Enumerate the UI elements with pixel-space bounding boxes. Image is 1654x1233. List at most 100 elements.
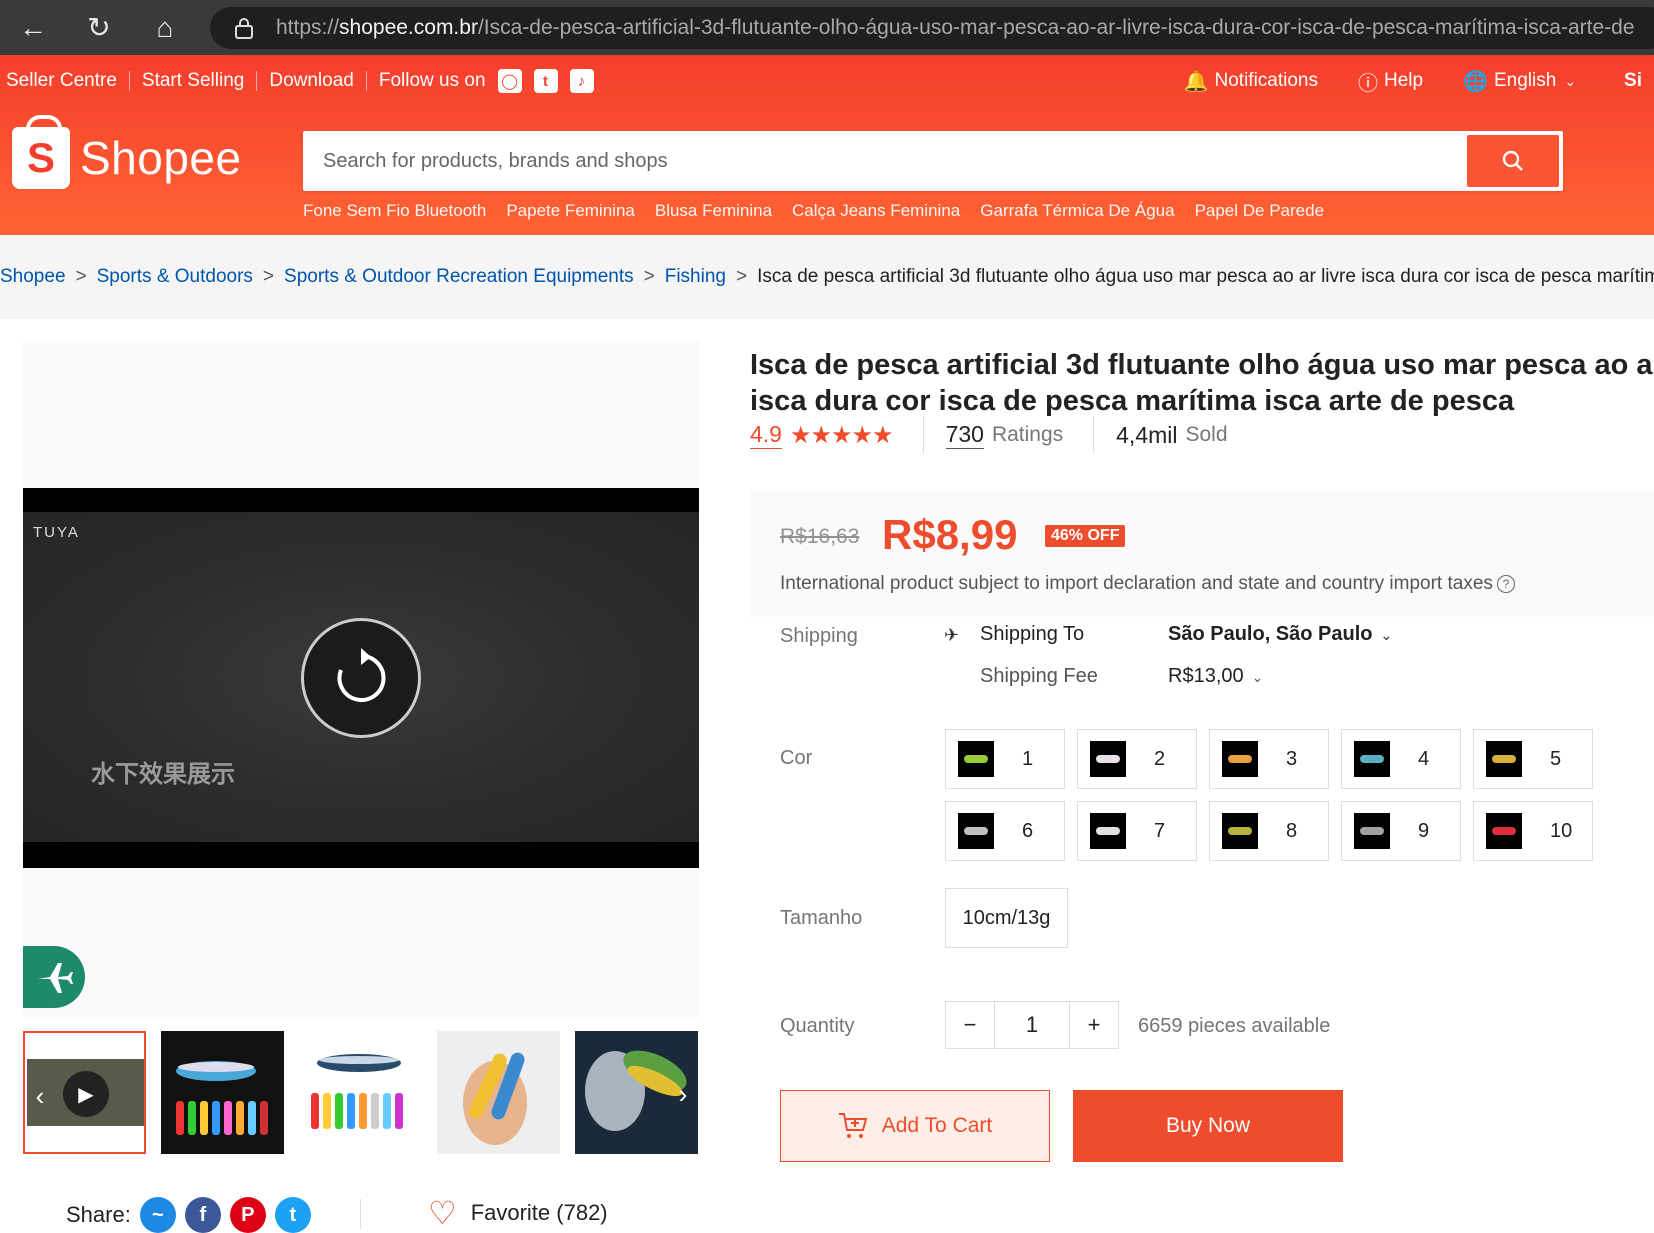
- color-option[interactable]: 7: [1077, 801, 1197, 861]
- color-option-label: 4: [1418, 747, 1430, 770]
- add-to-cart-label: Add To Cart: [881, 1114, 993, 1137]
- color-swatch: [1090, 813, 1126, 849]
- heart-icon: ♡: [428, 1195, 457, 1231]
- messenger-icon[interactable]: ~: [139, 1197, 176, 1233]
- quantity-stepper: − 1 +: [945, 1001, 1119, 1049]
- instagram-icon[interactable]: ◯: [497, 69, 522, 93]
- color-option-label: 1: [1022, 747, 1034, 770]
- suggestion-link[interactable]: Papel De Parede: [1195, 201, 1324, 221]
- color-option[interactable]: 5: [1473, 729, 1593, 789]
- buy-now-button[interactable]: Buy Now: [1073, 1090, 1343, 1162]
- color-option[interactable]: 2: [1077, 729, 1197, 789]
- increase-quantity-button[interactable]: +: [1070, 1002, 1118, 1048]
- video-player[interactable]: TUYA 水下效果展示: [23, 488, 699, 868]
- size-label: Tamanho: [780, 907, 863, 929]
- shipping-fee-label: Shipping Fee: [980, 665, 1098, 687]
- download-link[interactable]: Download: [263, 70, 366, 92]
- facebook-icon[interactable]: f: [184, 1197, 221, 1233]
- shopee-logo[interactable]: S Shopee: [12, 115, 242, 189]
- ratings-label: Ratings: [991, 423, 1064, 446]
- color-option[interactable]: 10: [1473, 801, 1593, 861]
- lure-in-hand-image: [463, 1052, 527, 1145]
- twitter-icon[interactable]: t: [533, 69, 558, 93]
- breadcrumb-link[interactable]: Sports & Outdoors: [97, 266, 253, 288]
- stock-available: 6659 pieces available: [1138, 1015, 1331, 1037]
- notifications-label: Notifications: [1214, 70, 1319, 91]
- tax-note: International product subject to import …: [780, 573, 1515, 595]
- color-option-label: 6: [1022, 819, 1034, 842]
- current-price: R$8,99: [882, 511, 1018, 558]
- color-option-label: 5: [1550, 747, 1562, 770]
- tiktok-icon[interactable]: ♪: [569, 69, 594, 93]
- suggestion-link[interactable]: Fone Sem Fio Bluetooth: [303, 201, 486, 221]
- chevron-right-icon: >: [735, 266, 748, 287]
- search-suggestions: Fone Sem Fio Bluetooth Papete Feminina B…: [303, 201, 1344, 221]
- home-icon[interactable]: ⌂: [132, 0, 198, 55]
- thumbnail-image[interactable]: [437, 1031, 560, 1154]
- breadcrumb-link[interactable]: Fishing: [665, 266, 726, 288]
- color-option[interactable]: 9: [1341, 801, 1461, 861]
- color-option[interactable]: 3: [1209, 729, 1329, 789]
- twitter-icon[interactable]: t: [274, 1197, 311, 1233]
- chevron-down-icon: ⌄: [1564, 72, 1577, 89]
- add-to-cart-button[interactable]: Add To Cart: [780, 1090, 1050, 1162]
- shipping-fee-dropdown[interactable]: R$13,00 ⌄: [1168, 665, 1263, 688]
- sold-count: 4,4mil: [1116, 421, 1178, 448]
- notifications-link[interactable]: 🔔 Notifications: [1178, 69, 1330, 94]
- color-swatch: [1222, 741, 1258, 777]
- seller-centre-link[interactable]: Seller Centre: [0, 70, 129, 92]
- signup-link[interactable]: Si: [1618, 70, 1654, 92]
- follow-us-text: Follow us on: [378, 70, 486, 91]
- question-icon[interactable]: ?: [1496, 575, 1515, 593]
- ratings-count[interactable]: 730: [945, 421, 984, 449]
- decrease-quantity-button[interactable]: −: [946, 1002, 994, 1048]
- url-text: https://shopee.com.br/Isca-de-pesca-arti…: [276, 16, 1635, 39]
- shipping-location: São Paulo, São Paulo: [1168, 623, 1373, 645]
- cart-icon: [838, 1113, 868, 1138]
- chevron-right-icon: >: [75, 266, 87, 287]
- chevron-right-icon: >: [643, 266, 655, 287]
- breadcrumb-link[interactable]: Shopee: [0, 266, 66, 288]
- bell-icon: 🔔: [1183, 70, 1209, 93]
- shipping-location-dropdown[interactable]: São Paulo, São Paulo ⌄: [1168, 623, 1392, 646]
- product-stats: 4.9 ★★★★★ 730 Ratings 4,4mil Sold: [750, 417, 1228, 453]
- chevron-right-icon[interactable]: ›: [670, 1081, 696, 1107]
- thumbnail-image[interactable]: [161, 1031, 284, 1154]
- breadcrumb: Shopee > Sports & Outdoors > Sports & Outd…: [0, 235, 1654, 319]
- divider: [1093, 417, 1095, 453]
- price-box: R$16,63 R$8,99 46% OFF International pro…: [750, 491, 1654, 617]
- suggestion-link[interactable]: Garrafa Térmica De Água: [980, 201, 1174, 221]
- language-selector[interactable]: 🌐 English ⌄: [1457, 69, 1588, 94]
- back-icon[interactable]: ←: [0, 0, 66, 55]
- color-option[interactable]: 8: [1209, 801, 1329, 861]
- color-option[interactable]: 1: [945, 729, 1065, 789]
- thumbnail-image[interactable]: ›: [575, 1031, 698, 1154]
- favorite-button[interactable]: ♡ Favorite (782): [428, 1197, 608, 1229]
- reload-icon[interactable]: ↻: [66, 0, 132, 55]
- color-option[interactable]: 6: [945, 801, 1065, 861]
- address-bar[interactable]: https://shopee.com.br/Isca-de-pesca-arti…: [210, 7, 1654, 49]
- suggestion-link[interactable]: Calça Jeans Feminina: [792, 201, 960, 221]
- search-input[interactable]: [323, 149, 1467, 173]
- help-icon: ⓘ: [1358, 72, 1378, 95]
- pinterest-icon[interactable]: P: [229, 1197, 266, 1233]
- suggestion-link[interactable]: Papete Feminina: [506, 201, 635, 221]
- start-selling-link[interactable]: Start Selling: [136, 70, 256, 92]
- search-icon: [1502, 150, 1523, 171]
- suggestion-link[interactable]: Blusa Feminina: [655, 201, 772, 221]
- chevron-left-icon[interactable]: ‹: [27, 1083, 53, 1109]
- rating-value[interactable]: 4.9: [750, 421, 782, 449]
- search-button[interactable]: [1467, 135, 1559, 187]
- replay-button[interactable]: [301, 618, 421, 738]
- logo-text: Shopee: [80, 132, 242, 184]
- shipping-to-label: Shipping To: [980, 623, 1085, 645]
- thumbnail-image[interactable]: [299, 1031, 422, 1154]
- breadcrumb-link[interactable]: Sports & Outdoor Recreation Equipments: [284, 266, 634, 288]
- color-swatch: [1090, 741, 1126, 777]
- help-link[interactable]: ⓘ Help: [1352, 67, 1435, 96]
- color-option[interactable]: 4: [1341, 729, 1461, 789]
- top-navbar: Seller Centre Start Selling Download Fol…: [0, 55, 1654, 107]
- quantity-input[interactable]: 1: [994, 1002, 1070, 1048]
- size-option[interactable]: 10cm/13g: [945, 888, 1068, 948]
- thumbnail-video[interactable]: ▶ ‹: [23, 1031, 146, 1154]
